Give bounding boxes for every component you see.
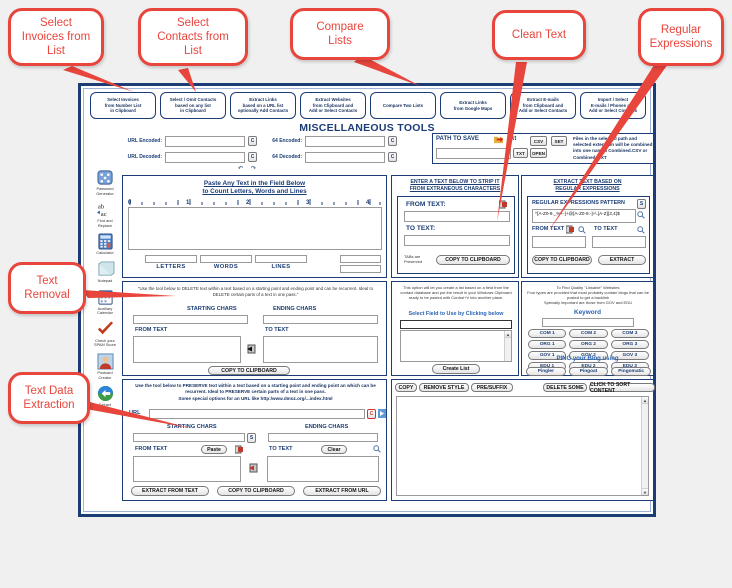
callout-clean-text: Clean Text <box>492 10 586 60</box>
callout-regular-expressions: Regular Expressions <box>638 8 724 66</box>
callout-text: Regular Expressions <box>649 24 713 50</box>
callout-select-invoices: Select Invoices from List <box>8 8 104 66</box>
callout-text: Select Contacts from List <box>157 17 229 57</box>
callout-text: Text Data Extraction <box>23 385 75 411</box>
callout-leaders <box>0 0 732 588</box>
callout-text-removal: Text Removal <box>8 262 86 314</box>
callout-compare-lists: Compare Lists <box>290 8 390 60</box>
callout-text: Select Invoices from List <box>21 17 91 57</box>
callout-text-data-extraction: Text Data Extraction <box>8 372 90 424</box>
callout-select-contacts: Select Contacts from List <box>138 8 248 66</box>
callout-text: Clean Text <box>511 29 567 41</box>
callout-text: Compare Lists <box>316 21 364 47</box>
callout-text: Text Removal <box>24 275 70 301</box>
